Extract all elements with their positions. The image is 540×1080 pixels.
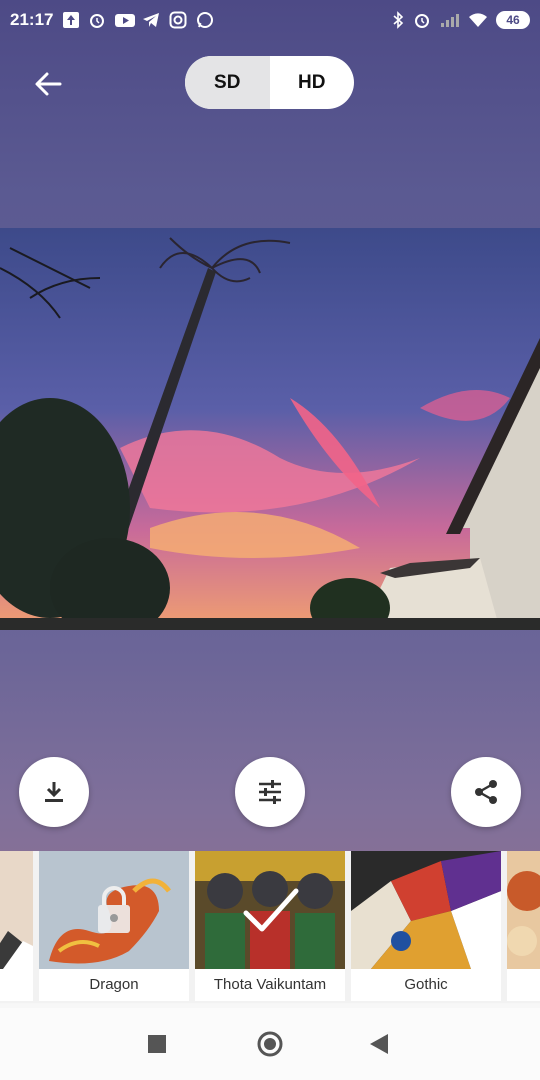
alarm-icon: [415, 14, 429, 28]
bluetooth-icon: [393, 11, 404, 29]
status-time: 21:17: [10, 10, 54, 29]
home-circle-icon: [257, 1031, 283, 1057]
style-thumbnail: [195, 851, 345, 969]
stylized-photo: [0, 228, 540, 630]
style-label: Thota Vaikuntam: [213, 976, 327, 993]
quality-option-hd[interactable]: HD: [270, 56, 355, 109]
style-label: Gothic: [404, 976, 448, 993]
style-card-thota-vaikuntam[interactable]: Thota Vaikuntam: [195, 851, 345, 1001]
youtube-icon: [115, 14, 135, 27]
style-label: Dragon: [89, 976, 139, 993]
back-button[interactable]: [30, 66, 66, 102]
quality-option-sd[interactable]: SD: [185, 56, 270, 109]
style-thumbnail: [39, 851, 189, 969]
back-nav-button[interactable]: [366, 1008, 392, 1080]
home-button[interactable]: [254, 1008, 286, 1080]
adjust-button[interactable]: [235, 757, 305, 827]
system-nav-bar: [0, 1008, 540, 1080]
share-icon: [475, 780, 497, 804]
download-button[interactable]: [19, 757, 89, 827]
recents-button[interactable]: [140, 1008, 174, 1080]
style-label: [0, 969, 33, 1001]
whatsapp-icon: [197, 12, 213, 28]
share-button[interactable]: [451, 757, 521, 827]
instagram-icon: [169, 11, 187, 29]
triangle-back-icon: [370, 1034, 388, 1054]
style-label: [507, 969, 540, 1001]
sliders-icon: [259, 780, 281, 804]
status-bar: 21:17 46: [0, 0, 540, 40]
style-thumbnail: [507, 851, 540, 969]
style-card[interactable]: [0, 851, 33, 1001]
wifi-icon: [469, 13, 487, 27]
signal-icon: [441, 14, 459, 27]
checkmark-icon: [243, 888, 299, 932]
lock-icon: [98, 886, 130, 933]
arrow-left-icon: [35, 72, 62, 96]
alarm-icon: [90, 14, 104, 28]
style-thumbnail: [0, 851, 33, 969]
download-icon: [45, 782, 63, 802]
style-card-gothic[interactable]: Gothic: [351, 851, 501, 1001]
telegram-icon: [143, 13, 159, 27]
style-strip[interactable]: Dragon Thota Vaikuntam Gothic: [0, 851, 540, 1003]
style-card-dragon[interactable]: Dragon: [39, 851, 189, 1001]
square-icon: [148, 1035, 166, 1053]
style-card[interactable]: [507, 851, 540, 1001]
upload-icon: [63, 12, 79, 28]
battery-indicator: 46: [496, 11, 530, 29]
style-thumbnail: [351, 851, 501, 969]
quality-toggle: SD HD: [185, 56, 354, 109]
